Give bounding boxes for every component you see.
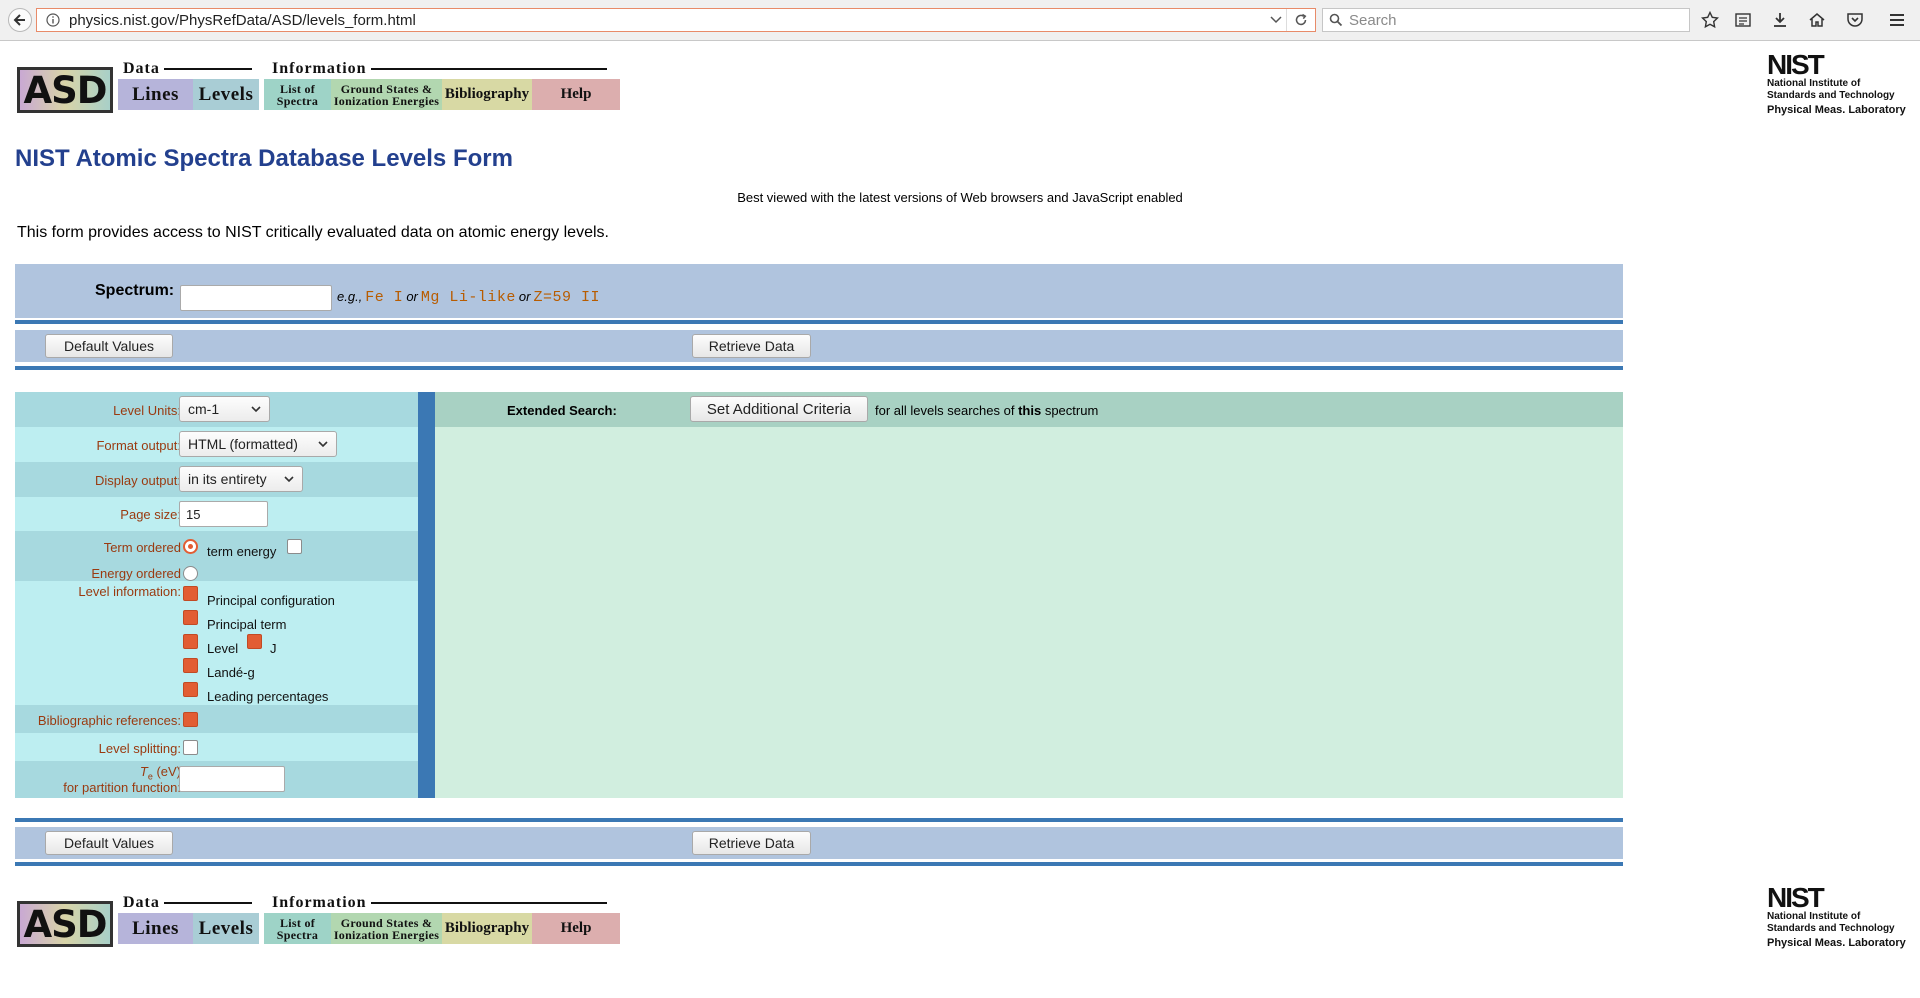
history-dropdown-icon[interactable]	[1266, 16, 1286, 24]
nav-list-of-spectra-link[interactable]: List of Spectra	[264, 79, 331, 110]
home-icon[interactable]	[1807, 10, 1827, 30]
extended-search-bar: Extended Search: Set Additional Criteria…	[435, 392, 1623, 427]
button-bar-top: Default Values Retrieve Data	[15, 330, 1623, 362]
format-output-row: Format output: HTML (formatted)	[15, 427, 418, 462]
back-arrow-icon	[13, 14, 25, 26]
nav-ground-states-link[interactable]: Ground States & Ionization Energies	[331, 79, 442, 110]
chevron-down-icon	[318, 440, 328, 447]
principal-term-checkbox[interactable]	[183, 610, 198, 625]
nist-logo-bottom[interactable]: NIST National Institute of Standards and…	[1767, 882, 1907, 950]
browser-note: Best viewed with the latest versions of …	[737, 190, 1183, 205]
nav-list-of-spectra-link[interactable]: List of Spectra	[264, 913, 331, 944]
output-options-panel: Level Units: cm-1 Format output: HTML (f…	[15, 392, 418, 798]
page-size-input[interactable]	[179, 501, 268, 527]
nav-data-heading: Data	[123, 60, 252, 78]
nav-bibliography-link[interactable]: Bibliography	[442, 79, 532, 110]
nist-logo-top[interactable]: NIST National Institute of Standards and…	[1767, 49, 1907, 117]
spectrum-label: Spectrum:	[95, 282, 175, 299]
hamburger-menu-icon[interactable]	[1887, 10, 1907, 30]
display-output-select[interactable]: in its entirety	[179, 466, 303, 492]
pocket-icon[interactable]	[1845, 10, 1865, 30]
nav-help-link[interactable]: Help	[532, 913, 620, 944]
principal-configuration-checkbox[interactable]	[183, 586, 198, 601]
format-output-select[interactable]: HTML (formatted)	[179, 431, 337, 457]
retrieve-data-button-bottom[interactable]: Retrieve Data	[692, 831, 811, 855]
button-bar-bottom: Default Values Retrieve Data	[15, 827, 1623, 859]
site-info-icon[interactable]	[43, 13, 63, 27]
url-bar[interactable]: physics.nist.gov/PhysRefData/ASD/levels_…	[36, 8, 1316, 32]
energy-ordered-radio[interactable]	[183, 566, 198, 581]
term-energy-checkbox[interactable]	[287, 539, 302, 554]
back-button[interactable]	[8, 8, 32, 32]
asd-logo[interactable]: ASD	[17, 901, 113, 947]
asd-nav-top: ASD Data Information Lines Levels List o…	[17, 60, 620, 119]
te-label: Te (eV)	[139, 764, 181, 782]
example-mg-li-like: Mg Li-like	[420, 289, 516, 306]
example-fe-i: Fe I	[365, 289, 404, 306]
browser-search-bar[interactable]	[1322, 8, 1690, 32]
ordering-row: Term ordered term energy Energy ordered	[15, 531, 418, 581]
nav-bibliography-link[interactable]: Bibliography	[442, 913, 532, 944]
default-values-button[interactable]: Default Values	[45, 334, 173, 358]
divider-rule	[15, 320, 1623, 324]
chevron-down-icon	[251, 405, 261, 412]
page-size-row: Page size:	[15, 497, 418, 531]
divider-rule	[15, 818, 1623, 822]
j-checkbox[interactable]	[247, 634, 262, 649]
reload-icon[interactable]	[1286, 9, 1315, 31]
bibliographic-references-checkbox[interactable]	[183, 712, 198, 727]
level-splitting-checkbox[interactable]	[183, 740, 198, 755]
term-ordered-radio[interactable]	[183, 539, 198, 554]
intro-text: This form provides access to NIST critic…	[17, 224, 609, 241]
nav-data-heading: Data	[123, 894, 252, 912]
level-units-row: Level Units: cm-1	[15, 392, 418, 427]
browser-toolbar: physics.nist.gov/PhysRefData/ASD/levels_…	[0, 0, 1920, 41]
bibliographic-references-row: Bibliographic references:	[15, 705, 418, 733]
default-values-button-bottom[interactable]: Default Values	[45, 831, 173, 855]
te-input[interactable]	[179, 766, 285, 792]
lande-g-checkbox[interactable]	[183, 658, 198, 673]
asd-logo[interactable]: ASD	[17, 67, 113, 113]
extended-search-note: for all levels searches of this spectrum	[875, 403, 1099, 418]
level-units-select[interactable]: cm-1	[179, 396, 270, 422]
reading-list-icon[interactable]	[1733, 10, 1753, 30]
leading-percentages-checkbox[interactable]	[183, 682, 198, 697]
bookmark-star-icon[interactable]	[1700, 10, 1720, 30]
nist-wordmark: NIST	[1767, 882, 1825, 913]
divider-rule	[15, 366, 1623, 370]
nav-links: Lines Levels List of Spectra Ground State…	[118, 79, 620, 110]
retrieve-data-button[interactable]: Retrieve Data	[692, 334, 811, 358]
level-information-row: Level information: Principal configurati…	[15, 581, 418, 705]
example-z59-ii: Z=59 II	[533, 289, 600, 306]
nist-wordmark: NIST	[1767, 49, 1825, 80]
level-splitting-row: Level splitting:	[15, 733, 418, 761]
nav-links: Lines Levels List of Spectra Ground State…	[118, 913, 620, 944]
display-output-row: Display output: in its entirety	[15, 462, 418, 497]
download-icon[interactable]	[1770, 10, 1790, 30]
extended-search-panel: Extended Search: Set Additional Criteria…	[435, 392, 1623, 798]
spectrum-section: Spectrum: e.g., Fe I or Mg Li-like or Z=…	[15, 264, 1623, 318]
divider-rule	[15, 862, 1623, 866]
asd-nav-bottom: ASD Data Information Lines Levels List o…	[17, 894, 620, 953]
chevron-down-icon	[284, 475, 294, 482]
partition-function-row: Te (eV) for partition function:	[15, 761, 418, 798]
url-text[interactable]: physics.nist.gov/PhysRefData/ASD/levels_…	[69, 12, 1266, 29]
extended-search-label: Extended Search:	[507, 403, 617, 418]
page-title: NIST Atomic Spectra Database Levels Form	[15, 145, 513, 172]
nav-levels-link[interactable]: Levels	[193, 913, 259, 944]
panel-divider	[418, 392, 435, 798]
nav-lines-link[interactable]: Lines	[118, 913, 193, 944]
nav-levels-link[interactable]: Levels	[193, 79, 259, 110]
nav-lines-link[interactable]: Lines	[118, 79, 193, 110]
nav-information-heading: Information	[272, 894, 607, 912]
nav-help-link[interactable]: Help	[532, 79, 620, 110]
browser-search-input[interactable]	[1347, 10, 1671, 30]
set-additional-criteria-button[interactable]: Set Additional Criteria	[690, 396, 868, 422]
level-checkbox[interactable]	[183, 634, 198, 649]
search-icon	[1329, 13, 1343, 27]
nav-ground-states-link[interactable]: Ground States & Ionization Energies	[331, 913, 442, 944]
spectrum-input[interactable]	[180, 285, 332, 311]
spectrum-examples: e.g., Fe I or Mg Li-like or Z=59 II	[337, 289, 600, 306]
nav-information-heading: Information	[272, 60, 607, 78]
